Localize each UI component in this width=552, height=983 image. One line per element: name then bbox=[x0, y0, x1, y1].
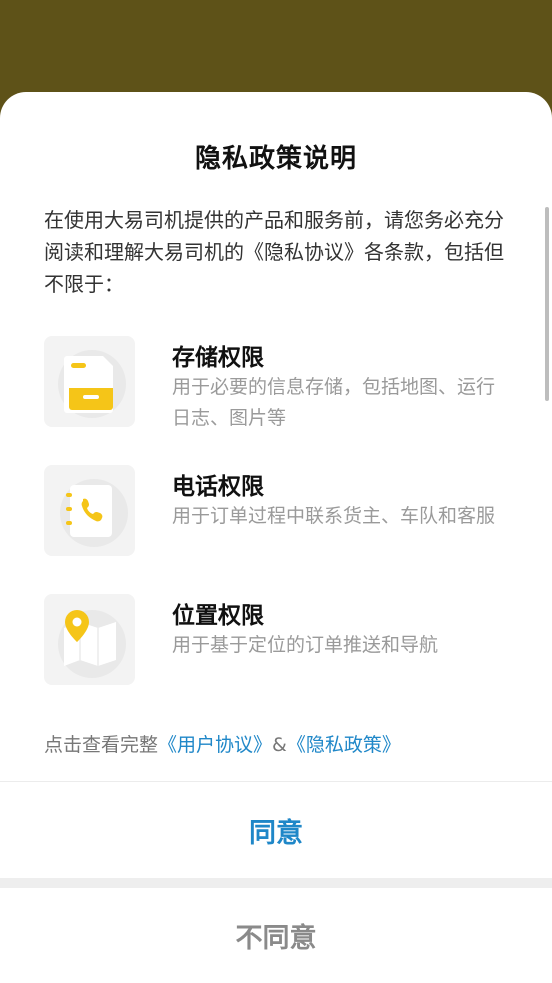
privacy-dialog: 隐私政策说明 在使用大易司机提供的产品和服务前，请您务必充分阅读和理解大易司机的… bbox=[0, 92, 552, 983]
permission-title: 存储权限 bbox=[172, 345, 264, 371]
disagree-button[interactable]: 不同意 bbox=[0, 888, 552, 983]
permission-description: 用于订单过程中联系货主、车队和客服 bbox=[172, 505, 496, 527]
permission-title: 电话权限 bbox=[172, 474, 264, 500]
storage-icon bbox=[44, 336, 135, 427]
intro-text: 在使用大易司机提供的产品和服务前，请您务必充分阅读和理解大易司机的《隐私协议》各… bbox=[44, 208, 504, 296]
permission-description: 用于基于定位的订单推送和导航 bbox=[172, 634, 439, 656]
permission-phone: 电话权限 用于订单过程中联系货主、车队和客服 bbox=[44, 465, 514, 557]
dialog-title: 隐私政策说明 bbox=[194, 144, 357, 174]
links-separator: & bbox=[272, 734, 287, 756]
privacy-policy-link[interactable]: 《隐私政策》 bbox=[287, 734, 401, 756]
agreement-links: 点击查看完整《用户协议》&《隐私政策》 bbox=[44, 730, 401, 757]
permission-description: 用于必要的信息存储，包括地图、运行日志、图片等 bbox=[172, 376, 496, 429]
permission-title: 位置权限 bbox=[172, 603, 264, 629]
location-map-icon bbox=[44, 594, 135, 685]
permission-storage: 存储权限 用于必要的信息存储，包括地图、运行日志、图片等 bbox=[44, 336, 514, 429]
permission-location: 位置权限 用于基于定位的订单推送和导航 bbox=[44, 594, 514, 686]
agree-button[interactable]: 同意 bbox=[0, 782, 552, 878]
button-separator bbox=[0, 878, 552, 888]
user-agreement-link[interactable]: 《用户协议》 bbox=[158, 734, 272, 756]
scrollbar[interactable] bbox=[545, 207, 549, 401]
phone-icon bbox=[44, 465, 135, 556]
links-prefix: 点击查看完整 bbox=[44, 734, 159, 756]
